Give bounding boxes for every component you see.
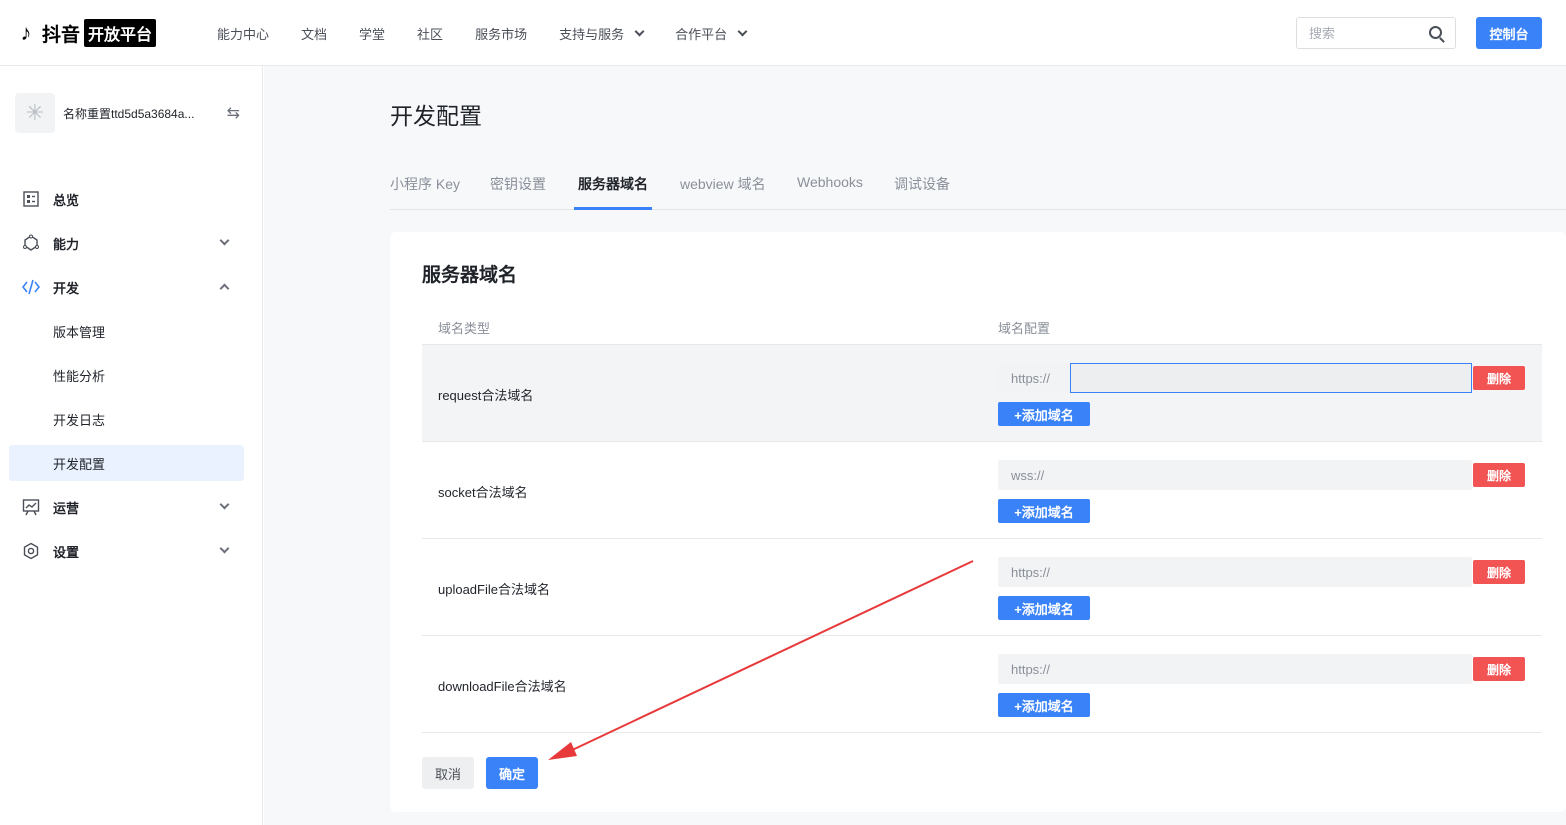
cube-icon	[22, 234, 40, 252]
row-label-socket: socket合法域名	[438, 485, 528, 500]
tab-webview-domain[interactable]: webview 域名	[680, 174, 766, 210]
row-label-download: downloadFile合法域名	[438, 679, 567, 694]
sidebar-item-settings[interactable]: 设置	[9, 533, 244, 569]
app-switcher[interactable]: ✳ 名称重置ttd5d5a3684a... ⇆	[15, 93, 240, 133]
switch-app-icon[interactable]: ⇆	[227, 103, 240, 123]
delete-button[interactable]: 删除	[1473, 560, 1525, 584]
sidebar-item-overview-label: 总览	[53, 192, 80, 208]
sidebar-item-develop[interactable]: 开发	[9, 269, 244, 305]
search-icon[interactable]	[1429, 26, 1442, 39]
request-domain-input[interactable]	[1070, 363, 1472, 393]
chevron-down-icon	[737, 26, 748, 37]
domain-field-download: https://	[998, 654, 1472, 684]
tab-webhooks[interactable]: Webhooks	[797, 174, 863, 210]
nav-item-docs[interactable]: 文档	[301, 24, 327, 43]
code-icon	[22, 278, 40, 296]
domain-field-request: https://	[998, 363, 1472, 393]
top-nav-bar: ♪ 抖音 开放平台 能力中心 文档 学堂 社区 服务市场 支持与服务 合作平台 …	[0, 0, 1566, 66]
nav-item-community[interactable]: 社区	[417, 24, 443, 43]
column-header-config: 域名配置	[998, 321, 1051, 336]
nav-item-partners-label: 合作平台	[675, 27, 728, 42]
server-domain-card: 服务器域名 域名类型 域名配置 request合法域名 https:// 删除 …	[390, 232, 1566, 812]
sidebar-sub-version[interactable]: 版本管理	[9, 313, 244, 349]
cancel-button[interactable]: 取消	[422, 757, 474, 789]
sidebar-item-operations-label: 运营	[53, 500, 80, 516]
table-row: downloadFile合法域名 https:// 删除 +添加域名	[422, 636, 1542, 733]
sidebar-item-overview[interactable]: 总览	[9, 181, 244, 217]
brand-logo[interactable]: ♪ 抖音 开放平台	[14, 18, 157, 48]
delete-button[interactable]: 删除	[1473, 366, 1525, 390]
domain-field-socket: wss://	[998, 460, 1472, 490]
sidebar-item-operations[interactable]: 运营	[9, 489, 244, 525]
nav-item-service-market[interactable]: 服务市场	[475, 24, 527, 43]
chevron-down-icon	[634, 26, 645, 37]
nav-item-partners[interactable]: 合作平台	[675, 24, 748, 43]
console-button[interactable]: 控制台	[1476, 17, 1542, 49]
chevron-up-icon	[219, 283, 230, 294]
sidebar-item-ability[interactable]: 能力	[9, 225, 244, 261]
chevron-down-icon	[219, 499, 230, 510]
sidebar-sub-performance[interactable]: 性能分析	[9, 357, 244, 393]
dashboard-icon	[22, 190, 40, 208]
app-avatar: ✳	[15, 93, 55, 133]
row-label-upload: uploadFile合法域名	[438, 582, 550, 597]
tab-debug-devices[interactable]: 调试设备	[894, 174, 950, 210]
row-label-request: request合法域名	[438, 388, 534, 403]
column-header-type: 域名类型	[438, 321, 491, 336]
chevron-down-icon	[219, 235, 230, 246]
confirm-button[interactable]: 确定	[486, 757, 538, 789]
delete-button[interactable]: 删除	[1473, 463, 1525, 487]
active-tab-indicator	[574, 207, 652, 210]
main-nav: 能力中心 文档 学堂 社区 服务市场 支持与服务 合作平台	[217, 24, 778, 43]
tab-server-domain[interactable]: 服务器域名	[578, 174, 648, 210]
nav-item-academy[interactable]: 学堂	[359, 24, 385, 43]
add-domain-button[interactable]: +添加域名	[998, 596, 1090, 620]
sidebar: ✳ 名称重置ttd5d5a3684a... ⇆ 总览 能力 开发 版本管理 性能…	[0, 66, 263, 825]
douyin-note-icon: ♪	[20, 20, 32, 45]
upload-domain-input[interactable]	[998, 557, 1472, 587]
nav-item-support-label: 支持与服务	[559, 27, 625, 42]
tab-miniapp-key[interactable]: 小程序 Key	[390, 174, 460, 210]
app-name: 名称重置ttd5d5a3684a...	[63, 106, 195, 121]
brand-tag: 开放平台	[84, 19, 157, 47]
chart-board-icon	[22, 498, 40, 516]
search-input[interactable]	[1297, 18, 1417, 48]
gear-icon	[22, 542, 40, 560]
add-domain-button[interactable]: +添加域名	[998, 499, 1090, 523]
search-box	[1296, 17, 1456, 49]
table-row: request合法域名 https:// 删除 +添加域名	[422, 345, 1542, 442]
tab-secret-settings[interactable]: 密钥设置	[490, 174, 546, 210]
sidebar-sub-dev-log[interactable]: 开发日志	[9, 401, 244, 437]
add-domain-button[interactable]: +添加域名	[998, 402, 1090, 426]
delete-button[interactable]: 删除	[1473, 657, 1525, 681]
sidebar-sub-dev-config[interactable]: 开发配置	[9, 445, 244, 481]
tab-bar: 小程序 Key 密钥设置 服务器域名 webview 域名 Webhooks 调…	[390, 174, 1566, 210]
card-title: 服务器域名	[422, 265, 518, 286]
nav-item-capability-center[interactable]: 能力中心	[217, 24, 269, 43]
brand-name: 抖音	[42, 24, 81, 46]
nav-item-support[interactable]: 支持与服务	[559, 24, 645, 43]
table-row: uploadFile合法域名 https:// 删除 +添加域名	[422, 539, 1542, 636]
socket-domain-input[interactable]	[998, 460, 1472, 490]
main-content: 开发配置 小程序 Key 密钥设置 服务器域名 webview 域名 Webho…	[264, 66, 1566, 825]
table-row: socket合法域名 wss:// 删除 +添加域名	[422, 442, 1542, 539]
sidebar-item-develop-label: 开发	[53, 280, 80, 296]
sidebar-item-settings-label: 设置	[53, 544, 80, 560]
domain-field-upload: https://	[998, 557, 1472, 587]
protocol-prefix: https://	[1011, 371, 1051, 386]
add-domain-button[interactable]: +添加域名	[998, 693, 1090, 717]
page-title: 开发配置	[390, 103, 482, 129]
sidebar-item-ability-label: 能力	[53, 236, 80, 252]
download-domain-input[interactable]	[998, 654, 1472, 684]
chevron-down-icon	[219, 543, 230, 554]
